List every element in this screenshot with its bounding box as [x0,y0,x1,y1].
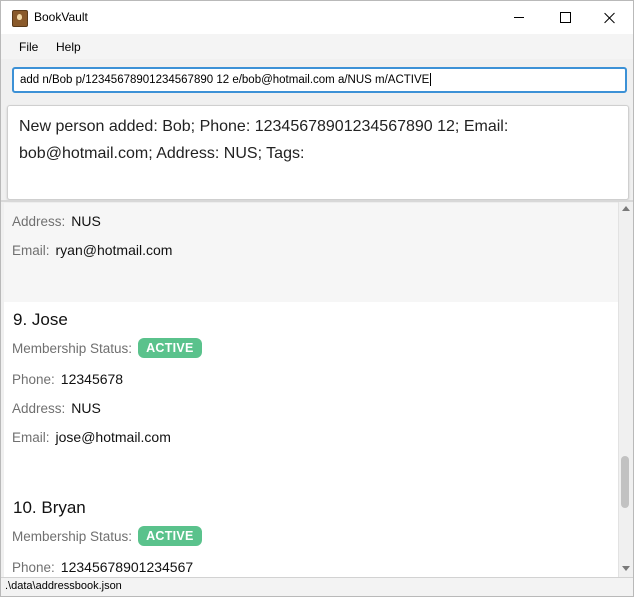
result-line-2: bob@hotmail.com; Address: NUS; Tags: [19,145,305,162]
address-row: Address: NUS [12,400,101,416]
phone-row: Phone: 12345678 [12,371,123,387]
email-row: Email: ryan@hotmail.com [12,242,172,258]
email-row: Email: jose@hotmail.com [12,429,171,445]
email-value: jose@hotmail.com [55,429,171,445]
text-caret [430,73,432,87]
command-text: add n/Bob p/12345678901234567890 12 e/bo… [20,74,430,86]
address-label: Address: [12,213,66,229]
address-label: Address: [12,400,66,416]
address-value: NUS [71,400,101,416]
email-label: Email: [12,429,50,445]
result-line-1: New person added: Bob; Phone: 1234567890… [19,118,509,135]
status-bar: .\data\addressbook.json [1,577,633,596]
phone-row: Phone: 12345678901234567 [12,559,193,575]
status-row: Membership Status: ACTIVE [12,526,202,546]
maximize-icon [559,12,571,23]
panel-divider [1,200,633,202]
scroll-thumb[interactable] [621,456,629,508]
save-location: .\data\addressbook.json [5,580,122,592]
phone-value: 12345678 [60,371,124,387]
status-row: Membership Status: ACTIVE [12,338,202,358]
command-input[interactable]: add n/Bob p/12345678901234567890 12 e/bo… [12,67,627,93]
result-display: New person added: Bob; Phone: 1234567890… [7,105,629,200]
command-box: add n/Bob p/12345678901234567890 12 e/bo… [1,59,633,103]
person-name: 10. Bryan [13,498,86,517]
phone-label: Phone: [12,559,55,575]
title-bar: BookVault [1,1,633,34]
result-message: New person added: Bob; Phone: 1234567890… [19,113,609,167]
phone-value: 12345678901234567 [60,559,194,575]
status-badge: ACTIVE [138,526,202,546]
person-card[interactable]: Address: NUS Email: ryan@hotmail.com [4,203,619,302]
phone-label: Phone: [12,371,55,387]
minimize-button[interactable] [496,1,542,34]
email-label: Email: [12,242,50,258]
status-label: Membership Status: [12,528,133,544]
menu-file[interactable]: File [19,40,38,54]
address-value: NUS [71,213,101,229]
email-value: ryan@hotmail.com [55,242,173,258]
maximize-button[interactable] [542,1,588,34]
window-title: BookVault [34,10,88,24]
person-card[interactable]: 10. Bryan Membership Status: ACTIVE Phon… [4,490,619,577]
minimize-icon [514,17,524,18]
list-scrollbar[interactable] [618,202,633,577]
scroll-down-icon[interactable] [622,566,630,571]
scroll-up-icon[interactable] [622,206,630,211]
app-window: BookVault File Help add n/Bob p/12345678… [0,0,634,597]
menu-help[interactable]: Help [56,40,81,54]
close-button[interactable] [587,1,633,34]
menu-bar: File Help [1,34,633,59]
close-icon [604,12,616,24]
person-list[interactable]: Address: NUS Email: ryan@hotmail.com 9. … [4,203,619,577]
address-row: Address: NUS [12,213,101,229]
person-card[interactable]: 9. Jose Membership Status: ACTIVE Phone:… [4,302,619,490]
status-label: Membership Status: [12,340,133,356]
app-logo-icon [12,10,28,27]
status-badge: ACTIVE [138,338,202,358]
person-name: 9. Jose [13,310,68,329]
